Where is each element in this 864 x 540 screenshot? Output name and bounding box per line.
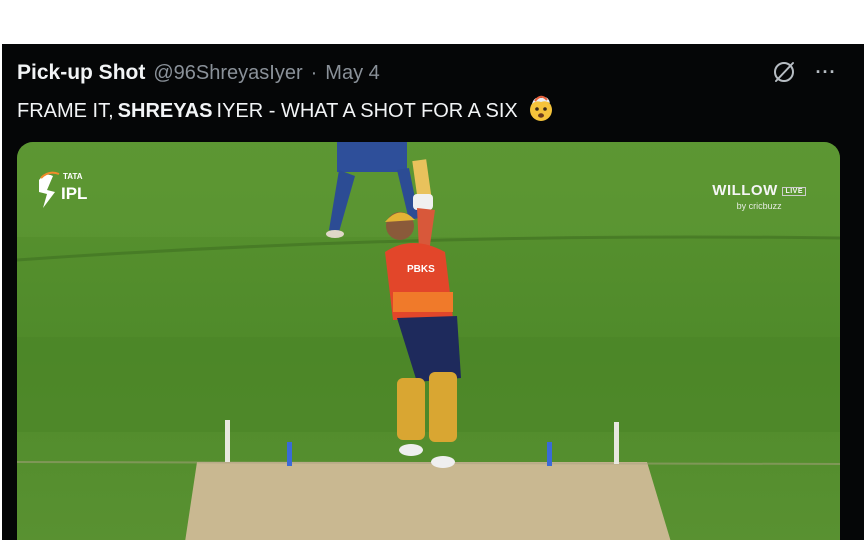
tweet-header: Pick-up Shot @96ShreyasIyer · May 4	[17, 60, 380, 86]
willow-watermark: WILLOW LIVE by cricbuzz	[712, 182, 806, 211]
tweet-text-prefix: FRAME IT,	[17, 99, 114, 122]
willow-title: WILLOW LIVE	[712, 182, 806, 199]
live-badge: LIVE	[782, 186, 806, 196]
tweet-card[interactable]: Pick-up Shot @96ShreyasIyer · May 4 ··· …	[2, 44, 864, 540]
more-icon[interactable]: ···	[812, 58, 840, 86]
author-handle[interactable]: @96ShreyasIyer	[153, 62, 302, 85]
jersey-text: PBKS	[407, 264, 435, 275]
author-name[interactable]: Pick-up Shot	[17, 61, 145, 85]
tweet-text: FRAME IT, SHREYAS IYER - WHAT A SHOT FOR…	[17, 94, 556, 128]
grok-icon[interactable]	[770, 58, 798, 86]
exploding-head-emoji-icon	[526, 94, 556, 128]
cricbuzz-label: by cricbuzz	[736, 201, 782, 211]
ipl-label: IPL	[61, 184, 88, 203]
separator-dot: ·	[310, 61, 318, 84]
tweet-date[interactable]: May 4	[325, 62, 379, 85]
tata-label: TATA	[63, 172, 83, 181]
tweet-text-suffix: IYER - WHAT A SHOT FOR A SIX	[216, 99, 518, 122]
tweet-video[interactable]: PBKS TATA IPL WILLOW LIVE by cricbuzz	[17, 142, 840, 540]
more-label: ···	[815, 61, 837, 82]
tweet-text-bold: SHREYAS	[117, 99, 213, 122]
